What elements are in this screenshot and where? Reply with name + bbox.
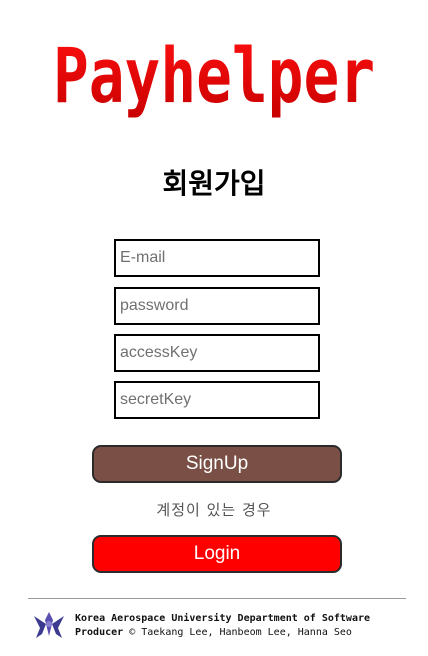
access-key-field[interactable] [114, 334, 320, 372]
footer-producer-names: © Taekang Lee, Hanbeom Lee, Hanna Seo [123, 627, 352, 638]
footer-university: Korea Aerospace University Department of… [75, 613, 371, 624]
page-title: 회원가입 [162, 167, 266, 200]
signup-button[interactable]: SignUp [92, 445, 342, 483]
footer-producer: Producer © Taekang Lee, Hanbeom Lee, Han… [75, 626, 370, 640]
footer-producer-label: Producer [75, 627, 124, 638]
password-field[interactable] [114, 287, 320, 325]
university-emblem-icon [32, 610, 66, 640]
logo-text: Payhelper [53, 31, 375, 120]
footer-credits: Korea Aerospace University Department of… [75, 612, 370, 640]
payhelper-logo: Payhelper [0, 24, 428, 134]
login-button[interactable]: Login [92, 535, 342, 573]
footer-divider [28, 598, 406, 599]
secret-key-field[interactable] [114, 381, 320, 419]
email-field[interactable] [114, 239, 320, 277]
existing-account-hint: 계정이 있는 경우 [156, 501, 272, 519]
